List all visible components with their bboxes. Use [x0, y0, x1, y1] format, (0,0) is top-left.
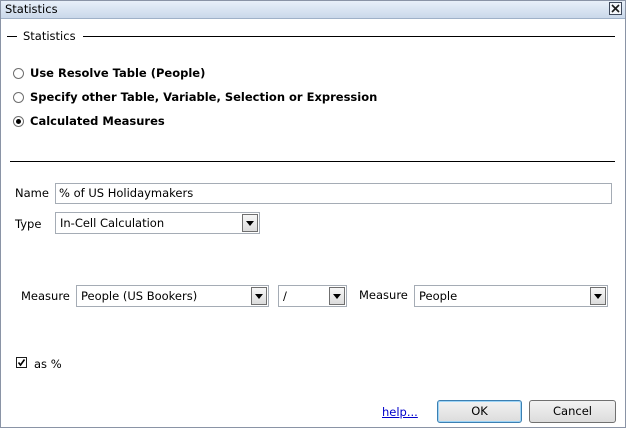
title-bar: Statistics [1, 1, 625, 19]
operator-select-value: / [283, 289, 287, 303]
group-legend-label: Statistics [23, 29, 76, 43]
measure2-select-value: People [419, 289, 458, 303]
cancel-button[interactable]: Cancel [529, 400, 616, 423]
chevron-down-icon[interactable] [590, 287, 606, 305]
window-title: Statistics [5, 2, 58, 16]
type-select[interactable]: In-Cell Calculation [55, 212, 260, 234]
radio-button[interactable] [13, 91, 24, 103]
name-label: Name [15, 186, 49, 200]
group-divider [83, 36, 615, 37]
measure1-select-value: People (US Bookers) [81, 289, 198, 303]
checkmark-icon [17, 359, 26, 367]
radio-label: Calculated Measures [30, 114, 165, 128]
radio-calculated-measures[interactable]: Calculated Measures [13, 114, 165, 128]
help-link[interactable]: help... [382, 405, 418, 419]
type-select-value: In-Cell Calculation [60, 216, 165, 230]
radio-use-resolve-table[interactable]: Use Resolve Table (People) [13, 66, 205, 80]
section-separator [10, 161, 615, 162]
radio-label: Specify other Table, Variable, Selection… [30, 90, 378, 104]
radio-button[interactable] [13, 67, 24, 79]
type-label: Type [15, 217, 42, 231]
as-percent-label: as % [34, 357, 62, 371]
statistics-dialog: Statistics Statistics Use Resolve Table … [0, 0, 626, 428]
operator-select[interactable]: / [278, 285, 347, 307]
close-button[interactable] [609, 2, 622, 15]
ok-button[interactable]: OK [437, 400, 522, 423]
measure1-select[interactable]: People (US Bookers) [76, 285, 269, 307]
legend-dash [7, 35, 17, 37]
measure1-label: Measure [21, 289, 70, 303]
chevron-down-icon[interactable] [329, 287, 345, 305]
as-percent-checkbox[interactable] [16, 357, 27, 368]
group-legend: Statistics [7, 29, 76, 43]
radio-button-selected[interactable] [13, 115, 24, 127]
chevron-down-icon[interactable] [242, 214, 258, 232]
name-field[interactable]: % of US Holidaymakers [55, 183, 612, 204]
measure2-select[interactable]: People [414, 285, 608, 307]
chevron-down-icon[interactable] [251, 287, 267, 305]
close-icon [611, 4, 620, 13]
radio-label: Use Resolve Table (People) [30, 66, 206, 80]
measure2-label: Measure [359, 288, 408, 302]
radio-specify-other[interactable]: Specify other Table, Variable, Selection… [13, 90, 377, 104]
